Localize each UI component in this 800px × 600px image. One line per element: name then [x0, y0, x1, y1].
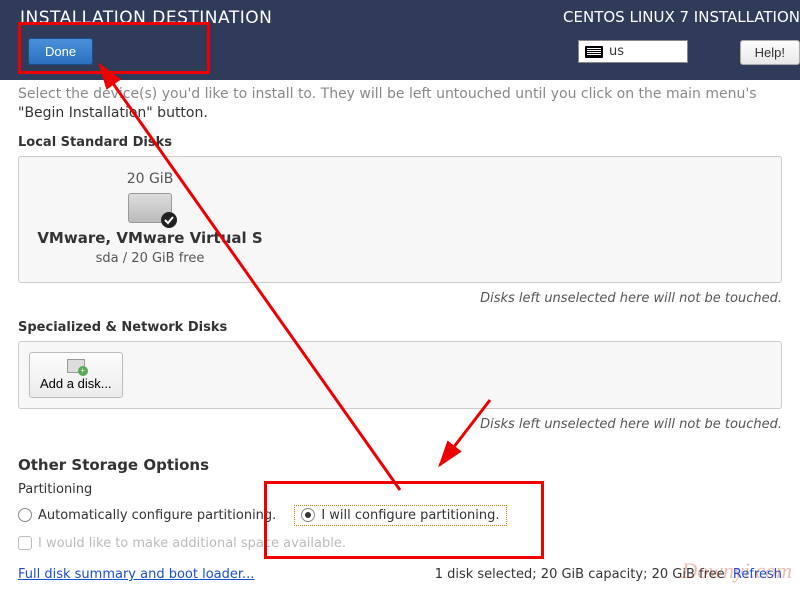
done-button[interactable]: Done: [28, 38, 93, 65]
distro-title: CENTOS LINUX 7 INSTALLATION: [563, 8, 800, 26]
keyboard-indicator[interactable]: us: [578, 40, 688, 63]
refresh-link[interactable]: Refresh: [733, 567, 782, 582]
help-button[interactable]: Help!: [740, 40, 800, 65]
local-disks-note: Disks left unselected here will not be t…: [18, 291, 782, 306]
disk-name: VMware, VMware Virtual S: [35, 229, 265, 247]
keyboard-icon: [585, 46, 603, 58]
radio-auto-label: Automatically configure partitioning.: [38, 508, 276, 523]
radio-manual-label: I will configure partitioning.: [321, 508, 499, 523]
harddrive-icon: [128, 193, 172, 223]
checkbox-additional-space[interactable]: [18, 536, 32, 550]
disk-item[interactable]: 20 GiB VMware, VMware Virtual S sda / 20…: [35, 171, 265, 266]
partitioning-label: Partitioning: [18, 482, 782, 497]
local-disks-label: Local Standard Disks: [18, 135, 782, 150]
network-disks-area: Add a disk...: [18, 341, 782, 409]
checkbox-additional-label: I would like to make additional space av…: [38, 536, 346, 551]
intro-text-line1: Select the device(s) you'd like to insta…: [18, 85, 782, 105]
disk-summary-link[interactable]: Full disk summary and boot loader...: [18, 567, 254, 582]
disk-subtext: sda / 20 GiB free: [35, 251, 265, 266]
selected-check-icon: [161, 212, 177, 228]
selection-status: 1 disk selected; 20 GiB capacity; 20 GiB…: [435, 567, 782, 582]
intro-text-line2: "Begin Installation" button.: [18, 105, 782, 121]
radio-auto-partition[interactable]: Automatically configure partitioning.: [18, 508, 276, 523]
keyboard-layout-label: us: [609, 44, 624, 59]
radio-icon: [301, 508, 315, 522]
page-title: INSTALLATION DESTINATION: [20, 8, 272, 28]
add-disk-icon: [67, 359, 85, 373]
disk-capacity: 20 GiB: [35, 171, 265, 187]
radio-icon: [18, 508, 32, 522]
network-disks-note: Disks left unselected here will not be t…: [18, 417, 782, 432]
network-disks-label: Specialized & Network Disks: [18, 320, 782, 335]
local-disks-area: 20 GiB VMware, VMware Virtual S sda / 20…: [18, 156, 782, 283]
radio-manual-partition[interactable]: I will configure partitioning.: [294, 505, 506, 526]
add-disk-button[interactable]: Add a disk...: [29, 352, 123, 398]
add-disk-label: Add a disk...: [40, 376, 112, 391]
storage-options-title: Other Storage Options: [18, 456, 782, 474]
